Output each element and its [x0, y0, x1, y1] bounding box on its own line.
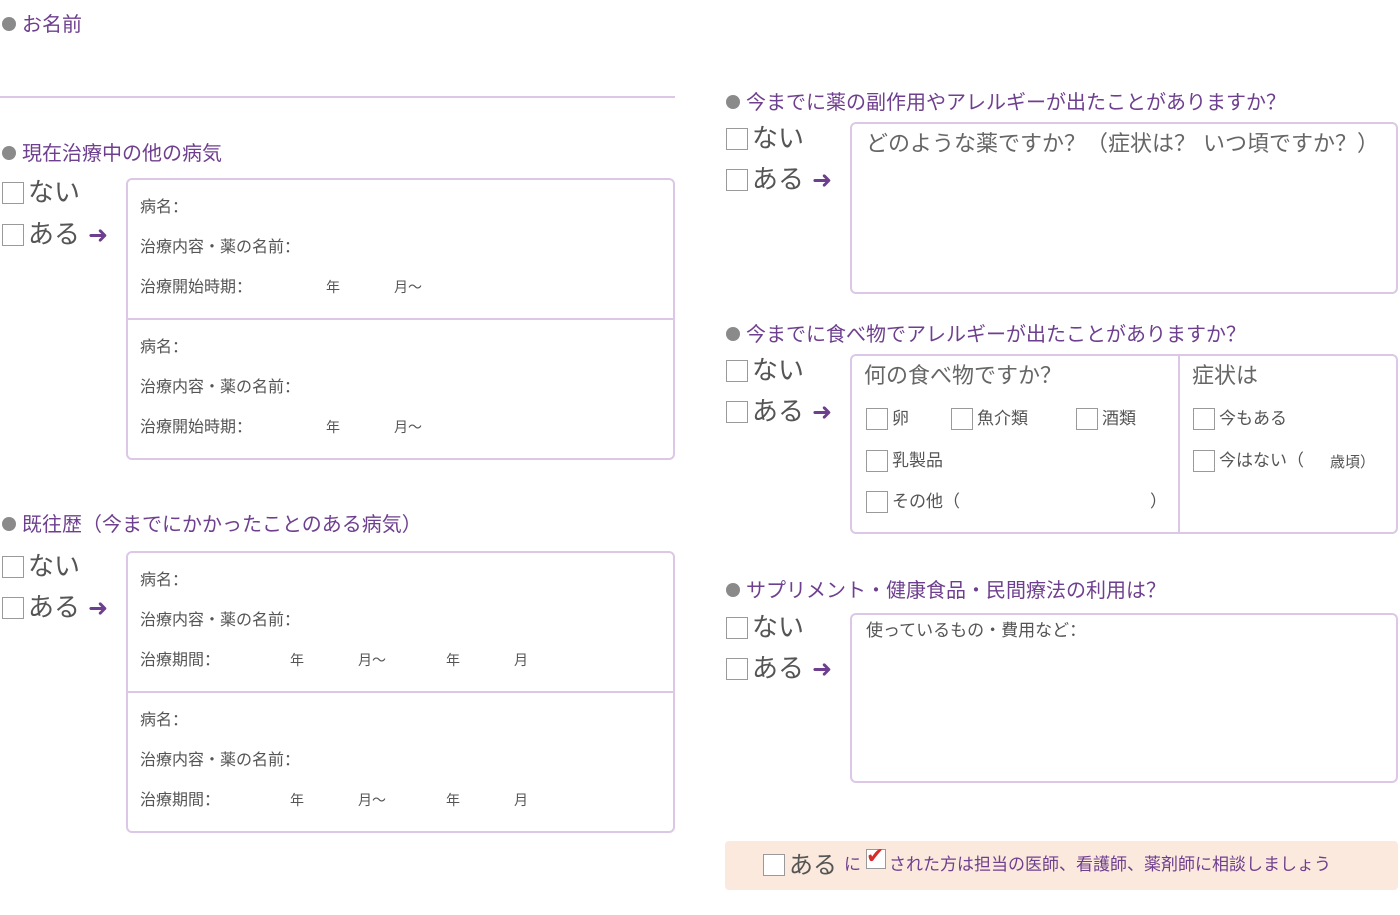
treatment-label: 治療内容・薬の名前： — [140, 750, 301, 769]
checkbox[interactable] — [951, 408, 973, 430]
past-history-yes[interactable]: ある ➜ — [2, 595, 108, 621]
name-title: お名前 — [2, 14, 82, 34]
option-other[interactable]: その他（ — [866, 491, 960, 513]
drug-allergy-no[interactable]: ない — [726, 126, 804, 152]
footer-yes: ある — [763, 853, 837, 877]
checkbox[interactable] — [866, 408, 888, 430]
other-close-paren: ） — [1150, 492, 1167, 512]
checkbox[interactable] — [726, 658, 748, 680]
drug-allergy-prompt: どのような薬ですか？（症状は？ いつ頃ですか？） — [866, 132, 1379, 157]
food-allergy-yes[interactable]: ある ➜ — [726, 399, 832, 425]
current-illness-no[interactable]: ない — [2, 180, 80, 206]
supplements-prompt: 使っているもの・費用など： — [866, 621, 1087, 641]
treatment-label: 治療内容・薬の名前： — [140, 377, 301, 396]
checkbox[interactable] — [726, 360, 748, 382]
supplements-title: サプリメント・健康食品・民間療法の利用は？ — [726, 580, 1166, 600]
past-history-title: 既往歴（今までにかかったことのある病気） — [2, 514, 422, 534]
symptom-still[interactable]: 今もある — [1193, 408, 1287, 430]
divider — [1178, 356, 1180, 532]
year-label: 年 — [446, 793, 460, 809]
start-label: 治療開始時期： — [140, 417, 253, 436]
footer-text: された方は担当の医師、看護師、薬剤師に相談しましょう — [889, 855, 1331, 875]
period-label: 治療期間： — [140, 790, 221, 809]
checkbox[interactable] — [726, 128, 748, 150]
supplements-yes[interactable]: ある ➜ — [726, 656, 832, 682]
month-label: 月～ — [394, 420, 422, 436]
treatment-label: 治療内容・薬の名前： — [140, 610, 301, 629]
symptom-none[interactable]: 今はない（ — [1193, 450, 1304, 472]
current-illness-yes[interactable]: ある ➜ — [2, 222, 108, 248]
checkbox[interactable] — [1076, 408, 1098, 430]
bullet-icon — [2, 517, 16, 531]
checkbox[interactable] — [1193, 450, 1215, 472]
disease-label: 病名： — [140, 337, 189, 356]
month-label: 月 — [514, 793, 528, 809]
arrow-right-icon: ➜ — [812, 398, 833, 426]
check-mark-icon: ✔ — [866, 844, 885, 869]
drug-allergy-title: 今までに薬の副作用やアレルギーが出たことがありますか？ — [726, 92, 1286, 112]
year-label: 年 — [446, 653, 460, 669]
supplements-no[interactable]: ない — [726, 615, 804, 641]
arrow-right-icon: ➜ — [88, 594, 109, 622]
option-alcohol[interactable]: 酒類 — [1076, 408, 1136, 430]
bullet-icon — [2, 146, 16, 160]
checkbox[interactable] — [726, 617, 748, 639]
food-allergy-title: 今までに食べ物でアレルギーが出たことがありますか？ — [726, 324, 1246, 344]
name-input-line[interactable] — [0, 96, 675, 98]
arrow-right-icon: ➜ — [88, 221, 109, 249]
bullet-icon — [726, 583, 740, 597]
bullet-icon — [726, 327, 740, 341]
year-label: 年 — [290, 793, 304, 809]
symptom-title: 症状は — [1192, 364, 1259, 389]
checkbox[interactable] — [726, 169, 748, 191]
food-question: 何の食べ物ですか？ — [864, 364, 1063, 389]
checkbox[interactable] — [2, 556, 24, 578]
month-label: 月 — [514, 653, 528, 669]
checkbox[interactable] — [2, 182, 24, 204]
checkbox[interactable] — [866, 491, 888, 513]
year-label: 年 — [290, 653, 304, 669]
checkbox[interactable] — [726, 401, 748, 423]
footer-ni: に — [844, 855, 861, 875]
food-allergy-no[interactable]: ない — [726, 358, 804, 384]
treatment-label: 治療内容・薬の名前： — [140, 237, 301, 256]
year-label: 年 — [326, 280, 340, 296]
disease-label: 病名： — [140, 710, 189, 729]
arrow-right-icon: ➜ — [812, 655, 833, 683]
divider — [128, 318, 673, 320]
checkbox — [763, 854, 785, 876]
disease-label: 病名： — [140, 197, 189, 216]
option-seafood[interactable]: 魚介類 — [951, 408, 1028, 430]
divider — [128, 691, 673, 693]
option-dairy[interactable]: 乳製品 — [866, 450, 943, 472]
current-illness-title: 現在治療中の他の病気 — [2, 143, 222, 163]
checkbox[interactable] — [866, 450, 888, 472]
disease-label: 病名： — [140, 570, 189, 589]
drug-allergy-yes[interactable]: ある ➜ — [726, 167, 832, 193]
period-label: 治療期間： — [140, 650, 221, 669]
checkbox[interactable] — [2, 597, 24, 619]
checkbox[interactable] — [1193, 408, 1215, 430]
past-history-no[interactable]: ない — [2, 554, 80, 580]
year-label: 年 — [326, 420, 340, 436]
bullet-icon — [726, 95, 740, 109]
month-label: 月～ — [358, 793, 386, 809]
bullet-icon — [2, 17, 16, 31]
month-label: 月～ — [358, 653, 386, 669]
arrow-right-icon: ➜ — [812, 166, 833, 194]
option-egg[interactable]: 卵 — [866, 408, 909, 430]
age-label: 歳頃） — [1330, 453, 1376, 471]
start-label: 治療開始時期： — [140, 277, 253, 296]
checkbox[interactable] — [2, 224, 24, 246]
month-label: 月～ — [394, 280, 422, 296]
